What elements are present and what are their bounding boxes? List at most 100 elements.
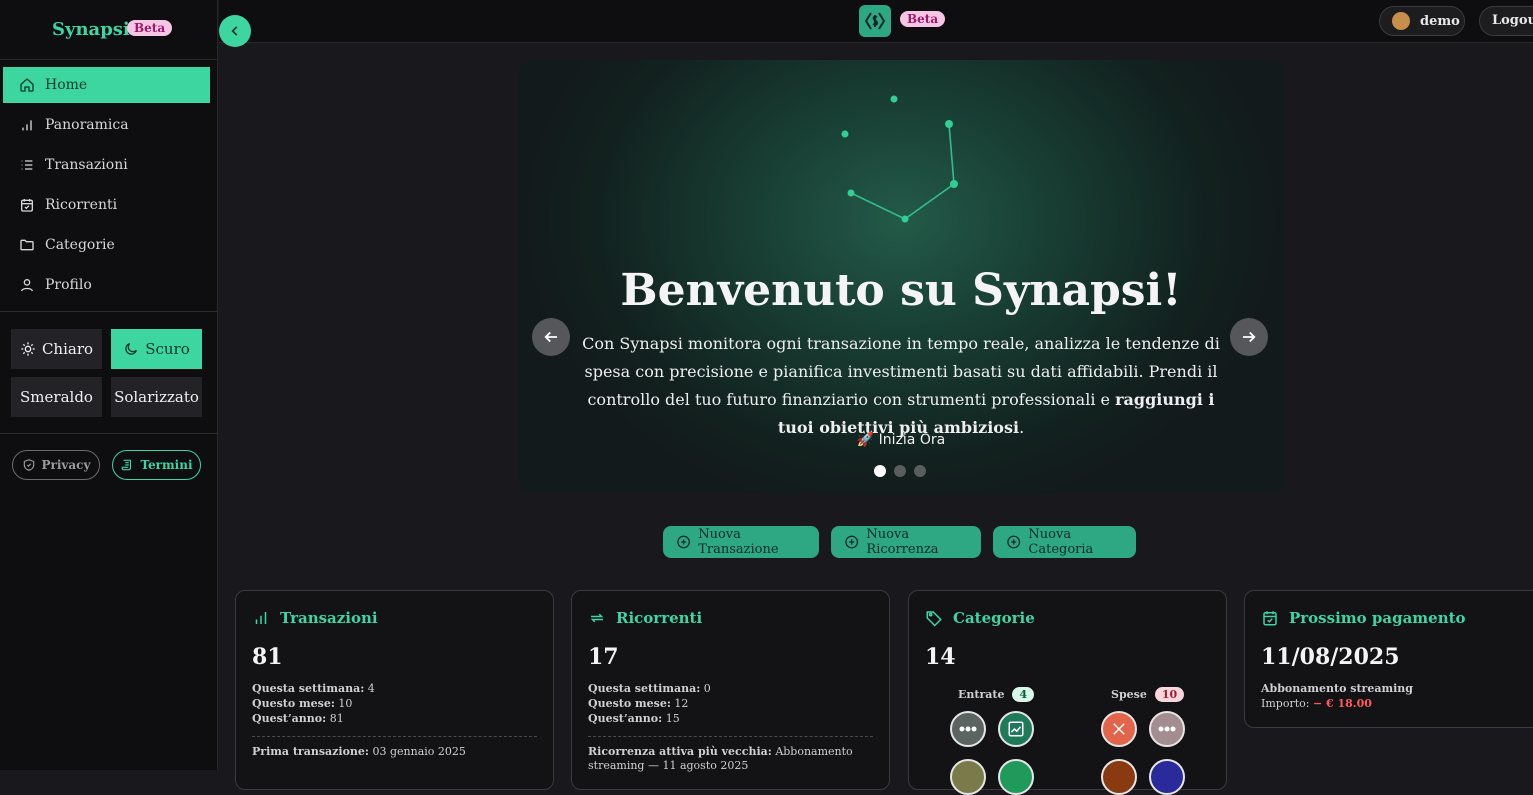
new-category-button[interactable]: Nuova Categoria (993, 526, 1136, 558)
user-icon (21, 279, 33, 292)
carousel-dot[interactable] (914, 465, 926, 477)
carousel-dot[interactable] (874, 465, 886, 477)
stat-value: 4 (367, 682, 375, 695)
theme-emerald-label: Smeraldo (20, 388, 93, 406)
categories-count: 14 (925, 644, 956, 670)
card-header: Transazioni (252, 609, 378, 627)
stat-value: 81 (329, 712, 344, 725)
stat-label: Questa settimana: (252, 682, 365, 695)
action-label: Nuova Transazione (698, 527, 779, 557)
sidebar-item-label: Home (45, 77, 88, 93)
new-recurring-button[interactable]: Nuova Ricorrenza (831, 526, 981, 558)
carousel-prev-button[interactable] (532, 318, 570, 356)
sidebar-item-label: Transazioni (45, 157, 128, 173)
sidebar-item-categorie[interactable]: Categorie (3, 227, 210, 263)
plus-circle-icon (677, 535, 690, 549)
sidebar-item-label: Panoramica (45, 117, 129, 133)
category-icon[interactable] (1101, 759, 1137, 795)
stat-value: 0 (703, 682, 711, 695)
expense-label-text: Spese (1111, 688, 1147, 701)
home-icon (20, 78, 34, 92)
moon-icon (125, 343, 138, 355)
sidebar-item-transazioni[interactable]: Transazioni (3, 147, 210, 183)
chevron-left-icon (231, 26, 238, 36)
folder-icon (20, 239, 34, 251)
card-header: Categorie (925, 609, 1035, 627)
carousel-dot[interactable] (894, 465, 906, 477)
category-food-icon[interactable] (1101, 711, 1137, 747)
sidebar: Synapsi Beta Home Panoramica Transazioni… (0, 0, 218, 770)
category-icon[interactable] (998, 759, 1034, 795)
categories-card[interactable]: Categorie 14 Entrate 4 Spese 10 (908, 590, 1227, 795)
recurring-card[interactable]: Ricorrenti 17 Questa settimana: 0 Questo… (571, 590, 890, 790)
income-label-text: Entrate (958, 688, 1005, 701)
bar-chart-icon (255, 612, 267, 624)
category-icon[interactable] (950, 759, 986, 795)
action-label: Nuova Ricorrenza (866, 527, 939, 557)
transactions-card[interactable]: Transazioni 81 Questa settimana: 4 Quest… (235, 590, 554, 790)
privacy-link[interactable]: Privacy (12, 450, 100, 480)
next-payment-date: 11/08/2025 (1261, 644, 1400, 670)
brand: Synapsi Beta (0, 0, 218, 60)
terms-link[interactable]: Termini (112, 450, 201, 480)
stat-label: Ricorrenza attiva più vecchia: (588, 745, 772, 758)
list-icon (21, 160, 33, 170)
sidebar-item-ricorrenti[interactable]: Ricorrenti (3, 187, 210, 223)
plus-circle-icon (845, 535, 859, 549)
sidebar-item-panoramica[interactable]: Panoramica (3, 107, 210, 143)
stat-label: Questo mese: (588, 697, 671, 710)
sidebar-item-profilo[interactable]: Profilo (3, 267, 210, 303)
recurring-stats: Questa settimana: 0 Questo mese: 12 Ques… (588, 681, 711, 726)
recurring-count: 17 (588, 644, 619, 670)
stat-value: 15 (665, 712, 680, 725)
theme-light-label: Chiaro (41, 340, 94, 358)
theme-emerald-button[interactable]: Smeraldo (11, 377, 102, 417)
start-now-button[interactable]: 🚀 Inizia Ora (518, 432, 1284, 448)
category-other-expense-icon[interactable] (1149, 711, 1185, 747)
divider (588, 736, 873, 737)
app-logo[interactable] (859, 5, 891, 37)
username: demo (1420, 13, 1460, 29)
new-transaction-button[interactable]: Nuova Transazione (663, 526, 819, 558)
stat-value: 03 gennaio 2025 (372, 745, 466, 758)
avatar (1392, 12, 1410, 30)
oldest-recurring: Ricorrenza attiva più vecchia: Abbonamen… (588, 745, 875, 773)
hero-description: Con Synapsi monitora ogni transazione in… (568, 330, 1234, 442)
sidebar-item-home[interactable]: Home (3, 67, 210, 103)
theme-solarized-button[interactable]: Solarizzato (111, 377, 202, 417)
hero-title: Benvenuto su Synapsi! (620, 265, 1182, 316)
card-title: Transazioni (280, 609, 378, 627)
action-label: Nuova Categoria (1028, 527, 1094, 557)
theme-dark-button[interactable]: Scuro (111, 329, 202, 369)
category-icon[interactable] (1149, 759, 1185, 795)
carousel-next-button[interactable] (1230, 318, 1268, 356)
brand-name[interactable]: Synapsi (52, 19, 130, 40)
beta-badge: Beta (900, 11, 946, 27)
theme-light-button[interactable]: Chiaro (11, 329, 102, 369)
income-count-badge: 4 (1012, 687, 1035, 702)
stat-label: Quest’anno: (588, 712, 663, 725)
divider (0, 433, 218, 434)
calendar-check-icon (1263, 611, 1277, 626)
calendar-check-icon (21, 199, 33, 212)
first-transaction: Prima transazione: 03 gennaio 2025 (252, 745, 539, 759)
theme-solarized-label: Solarizzato (114, 388, 199, 406)
divider (0, 311, 218, 312)
shield-icon (23, 459, 34, 471)
amount-value: − € 18.00 (1312, 697, 1372, 710)
collapse-sidebar-button[interactable] (219, 15, 251, 47)
divider (252, 736, 537, 737)
sidebar-item-label: Categorie (45, 237, 115, 253)
arrow-left-icon (544, 331, 557, 343)
repeat-icon (590, 613, 604, 623)
logout-button[interactable]: Logout (1479, 6, 1533, 36)
bar-chart-icon (22, 120, 32, 131)
stat-label: Prima transazione: (252, 745, 369, 758)
synapsi-logo-icon (864, 12, 886, 30)
theme-dark-label: Scuro (145, 340, 190, 358)
next-payment-card[interactable]: Prossimo pagamento 11/08/2025 Abbonament… (1244, 590, 1533, 728)
network-graphic (841, 95, 958, 223)
category-other-icon[interactable] (950, 711, 986, 747)
user-menu[interactable]: demo (1379, 6, 1465, 36)
category-investments-icon[interactable] (998, 711, 1034, 747)
